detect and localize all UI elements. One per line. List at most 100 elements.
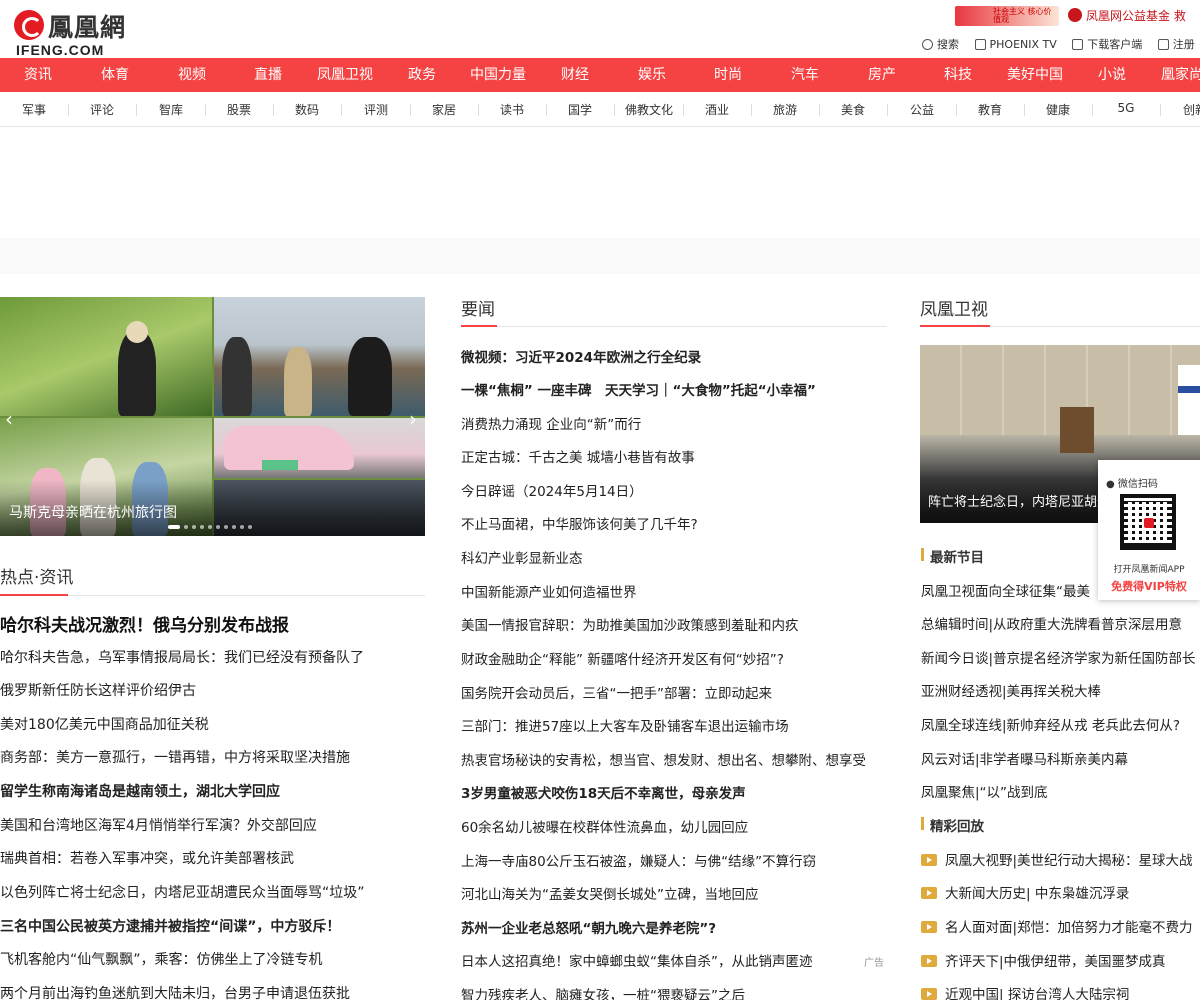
subnav-item[interactable]: 智库 <box>159 101 183 118</box>
hot-news-item[interactable]: 以色列阵亡将士纪念日，内塔尼亚胡遭民众当面辱骂“垃圾” <box>0 882 425 902</box>
top-news-item[interactable]: 美国一情报官辞职：为助推美国加沙政策感到羞耻和内疚 <box>461 614 887 634</box>
subnav-item[interactable]: 酒业 <box>705 101 729 118</box>
subnav-item[interactable]: 国学 <box>568 101 592 118</box>
nav-item[interactable]: 科技 <box>944 58 972 92</box>
replay-item[interactable]: 大新闻大历史| 中东枭雄沉浮录 <box>921 882 1200 902</box>
top-news-item[interactable]: 三部门：推进57座以上大客车及卧铺客车退出运输市场 <box>461 715 887 735</box>
core-values-badge[interactable]: 社会主义 核心价值观 <box>955 6 1059 26</box>
app-qr-panel[interactable]: ● 微信扫码 打开凤凰新闻APP 免费得VIP特权 <box>1098 460 1200 600</box>
nav-item[interactable]: 财经 <box>561 58 589 92</box>
slide-dot[interactable] <box>192 525 196 529</box>
replay-item[interactable]: 近观中国| 探访台湾人大陆宗祠 <box>921 983 1200 1000</box>
slide-dot[interactable] <box>248 525 252 529</box>
subnav-item[interactable]: 创新 <box>1183 101 1200 118</box>
hot-news-item[interactable]: 三名中国公民被英方逮捕并被指控“间谍”，中方驳斥！ <box>0 916 425 936</box>
top-news-item[interactable]: 一棵“焦桐” 一座丰碑 天天学习｜“大食物”托起“小幸福” <box>461 379 887 399</box>
hot-news-item[interactable]: 俄罗斯新任防长这样评价绍伊古 <box>0 680 425 700</box>
nav-item[interactable]: 娱乐 <box>638 58 666 92</box>
slide-dot[interactable] <box>224 525 228 529</box>
latest-show-item[interactable]: 凤凰卫视面向全球征集“最美 <box>921 580 1099 600</box>
search-link[interactable]: 搜索 <box>922 36 959 52</box>
top-news-item[interactable]: 上海一寺庙80公斤玉石被盗，嫌疑人：与佛“结缘”不算行窃 <box>461 850 887 870</box>
subnav-item[interactable]: 公益 <box>910 101 934 118</box>
nav-item[interactable]: 体育 <box>101 58 129 92</box>
top-news-item[interactable]: 热衷官场秘诀的安青松，想当官、想发财、想出名、想攀附、想享受 <box>461 749 887 769</box>
subnav-item[interactable]: 美食 <box>841 101 865 118</box>
subnav-item[interactable]: 数码 <box>295 101 319 118</box>
subnav-item[interactable]: 家居 <box>432 101 456 118</box>
slide-dot[interactable] <box>208 525 212 529</box>
latest-show-item[interactable]: 总编辑时间|从政府重大洗牌看普京深层用意 <box>921 613 1200 633</box>
slide-dot[interactable] <box>240 525 244 529</box>
nav-item[interactable]: 视频 <box>178 58 206 92</box>
nav-item[interactable]: 直播 <box>254 58 282 92</box>
top-news-item[interactable]: 苏州一企业老总怒吼“朝九晚六是养老院”? <box>461 917 887 937</box>
slide-dot[interactable] <box>216 525 220 529</box>
subnav-item[interactable]: 健康 <box>1046 101 1070 118</box>
download-app-link[interactable]: 下载客户端 <box>1072 36 1142 52</box>
top-news-item[interactable]: 科幻产业彰显新业态 <box>461 547 887 567</box>
top-news-item[interactable]: 正定古城：千古之美 城墙小巷皆有故事 <box>461 446 887 466</box>
subnav-item[interactable]: 教育 <box>978 101 1002 118</box>
subnav-item[interactable]: 5G <box>1118 101 1135 115</box>
top-news-item[interactable]: 河北山海关为“孟姜女哭倒长城处”立碑，当地回应 <box>461 883 887 903</box>
subnav-item[interactable]: 读书 <box>500 101 524 118</box>
sponsored-news-item[interactable]: 日本人这招真绝！家中蟑螂虫蚁“集体自杀”，从此销声匿迹 <box>461 950 861 970</box>
top-news-item[interactable]: 国务院开会动员后，三省“一把手”部署：立即动起来 <box>461 682 887 702</box>
subnav-item[interactable]: 佛教文化 <box>625 101 673 118</box>
nav-item[interactable]: 中国力量 <box>470 58 526 92</box>
subnav-item[interactable]: 旅游 <box>773 101 797 118</box>
nav-item[interactable]: 资讯 <box>24 58 52 92</box>
latest-show-item[interactable]: 凤凰聚焦|“以”战到底 <box>921 781 1200 801</box>
slide-dot[interactable] <box>184 525 188 529</box>
subnav-item[interactable]: 评测 <box>364 101 388 118</box>
latest-show-item[interactable]: 新闻今日谈|普京提名经济学家为新任国防部长 <box>921 647 1200 667</box>
hot-news-item[interactable]: 哈尔科夫战况激烈！俄乌分别发布战报 <box>0 611 425 636</box>
top-news-item[interactable]: 今日辟谣（2024年5月14日） <box>461 480 887 500</box>
slide-next-arrow[interactable]: › <box>409 407 417 431</box>
hot-news-item[interactable]: 飞机客舱内“仙气飘飘”，乘客：仿佛坐上了冷链专机 <box>0 949 425 969</box>
top-news-item[interactable]: 不止马面裙，中华服饰该何美了几千年? <box>461 513 887 533</box>
hot-news-item[interactable]: 商务部：美方一意孤行，一错再错，中方将采取坚决措施 <box>0 747 425 767</box>
subnav-item[interactable]: 股票 <box>227 101 251 118</box>
hot-news-item[interactable]: 留学生称南海诸岛是越南领土，湖北大学回应 <box>0 781 425 801</box>
nav-item[interactable]: 房产 <box>868 58 896 92</box>
replay-item[interactable]: 凤凰大视野|美世纪行动大揭秘：星球大战 <box>921 849 1200 869</box>
hot-news-item[interactable]: 美国和台湾地区海军4月悄悄举行军演？外交部回应 <box>0 815 425 835</box>
phoenix-tv-link[interactable]: PHOENIX TV <box>974 38 1057 51</box>
slide-prev-arrow[interactable]: ‹ <box>5 407 13 431</box>
replay-item[interactable]: 齐评天下|中俄伊纽带，美国噩梦成真 <box>921 950 1200 970</box>
nav-item[interactable]: 时尚 <box>714 58 742 92</box>
slide-dot[interactable] <box>232 525 236 529</box>
hot-news-item[interactable]: 两个月前出海钓鱼迷航到大陆未归，台男子申请退伍获批 <box>0 983 425 1000</box>
top-news-item[interactable]: 中国新能源产业如何造福世界 <box>461 581 887 601</box>
top-news-item[interactable]: 3岁男童被恶犬咬伤18天后不幸离世，母亲发声 <box>461 782 887 802</box>
slide-dot[interactable] <box>200 525 204 529</box>
latest-show-item[interactable]: 亚洲财经透视|美再挥关税大棒 <box>921 680 1200 700</box>
top-news-item[interactable]: 微视频：习近平2024年欧洲之行全纪录 <box>461 346 887 366</box>
nav-item[interactable]: 汽车 <box>791 58 819 92</box>
top-news-item[interactable]: 60余名幼儿被曝在校群体性流鼻血，幼儿园回应 <box>461 816 887 836</box>
photo-slideshow[interactable] <box>0 297 425 536</box>
nav-item[interactable]: 政务 <box>408 58 436 92</box>
top-news-item[interactable]: 智力残疾老人、脑瘫女孩，一桩“猥亵疑云”之后 <box>461 984 887 1000</box>
nav-item[interactable]: 小说 <box>1098 58 1126 92</box>
subnav-item[interactable]: 评论 <box>90 101 114 118</box>
nav-item[interactable]: 凤凰卫视 <box>317 58 373 92</box>
slide-dot[interactable] <box>168 525 180 529</box>
subnav-item[interactable]: 军事 <box>22 101 46 118</box>
nav-item[interactable]: 美好中国 <box>1007 58 1063 92</box>
hot-news-item[interactable]: 美对180亿美元中国商品加征关税 <box>0 714 425 734</box>
top-news-item[interactable]: 财政金融助企“释能” 新疆喀什经济开发区有何“妙招”? <box>461 648 887 668</box>
latest-show-item[interactable]: 风云对话|非学者曝马科斯亲美内幕 <box>921 748 1200 768</box>
ifeng-logo[interactable]: 鳳凰網 IFENG.COM <box>14 8 134 58</box>
replay-item[interactable]: 名人面对面|郑恺：加倍努力才能毫不费力 <box>921 916 1200 936</box>
nav-item[interactable]: 凰家尚 <box>1161 58 1200 92</box>
latest-show-item[interactable]: 凤凰全球连线|新帅弃经从戎 老兵此去何从? <box>921 714 1200 734</box>
top-news-item[interactable]: 消费热力涌现 企业向“新”而行 <box>461 413 887 433</box>
hot-news-item[interactable]: 哈尔科夫告急，乌军事情报局局长：我们已经没有预备队了 <box>0 647 425 667</box>
slide-caption[interactable]: 马斯克母亲晒在杭州旅行图 <box>9 502 177 522</box>
hot-news-item[interactable]: 瑞典首相：若卷入军事冲突，或允许美部署核武 <box>0 848 425 868</box>
register-link[interactable]: 注册 <box>1157 36 1195 52</box>
charity-link[interactable]: 凤凰网公益基金 救 <box>1068 7 1186 24</box>
